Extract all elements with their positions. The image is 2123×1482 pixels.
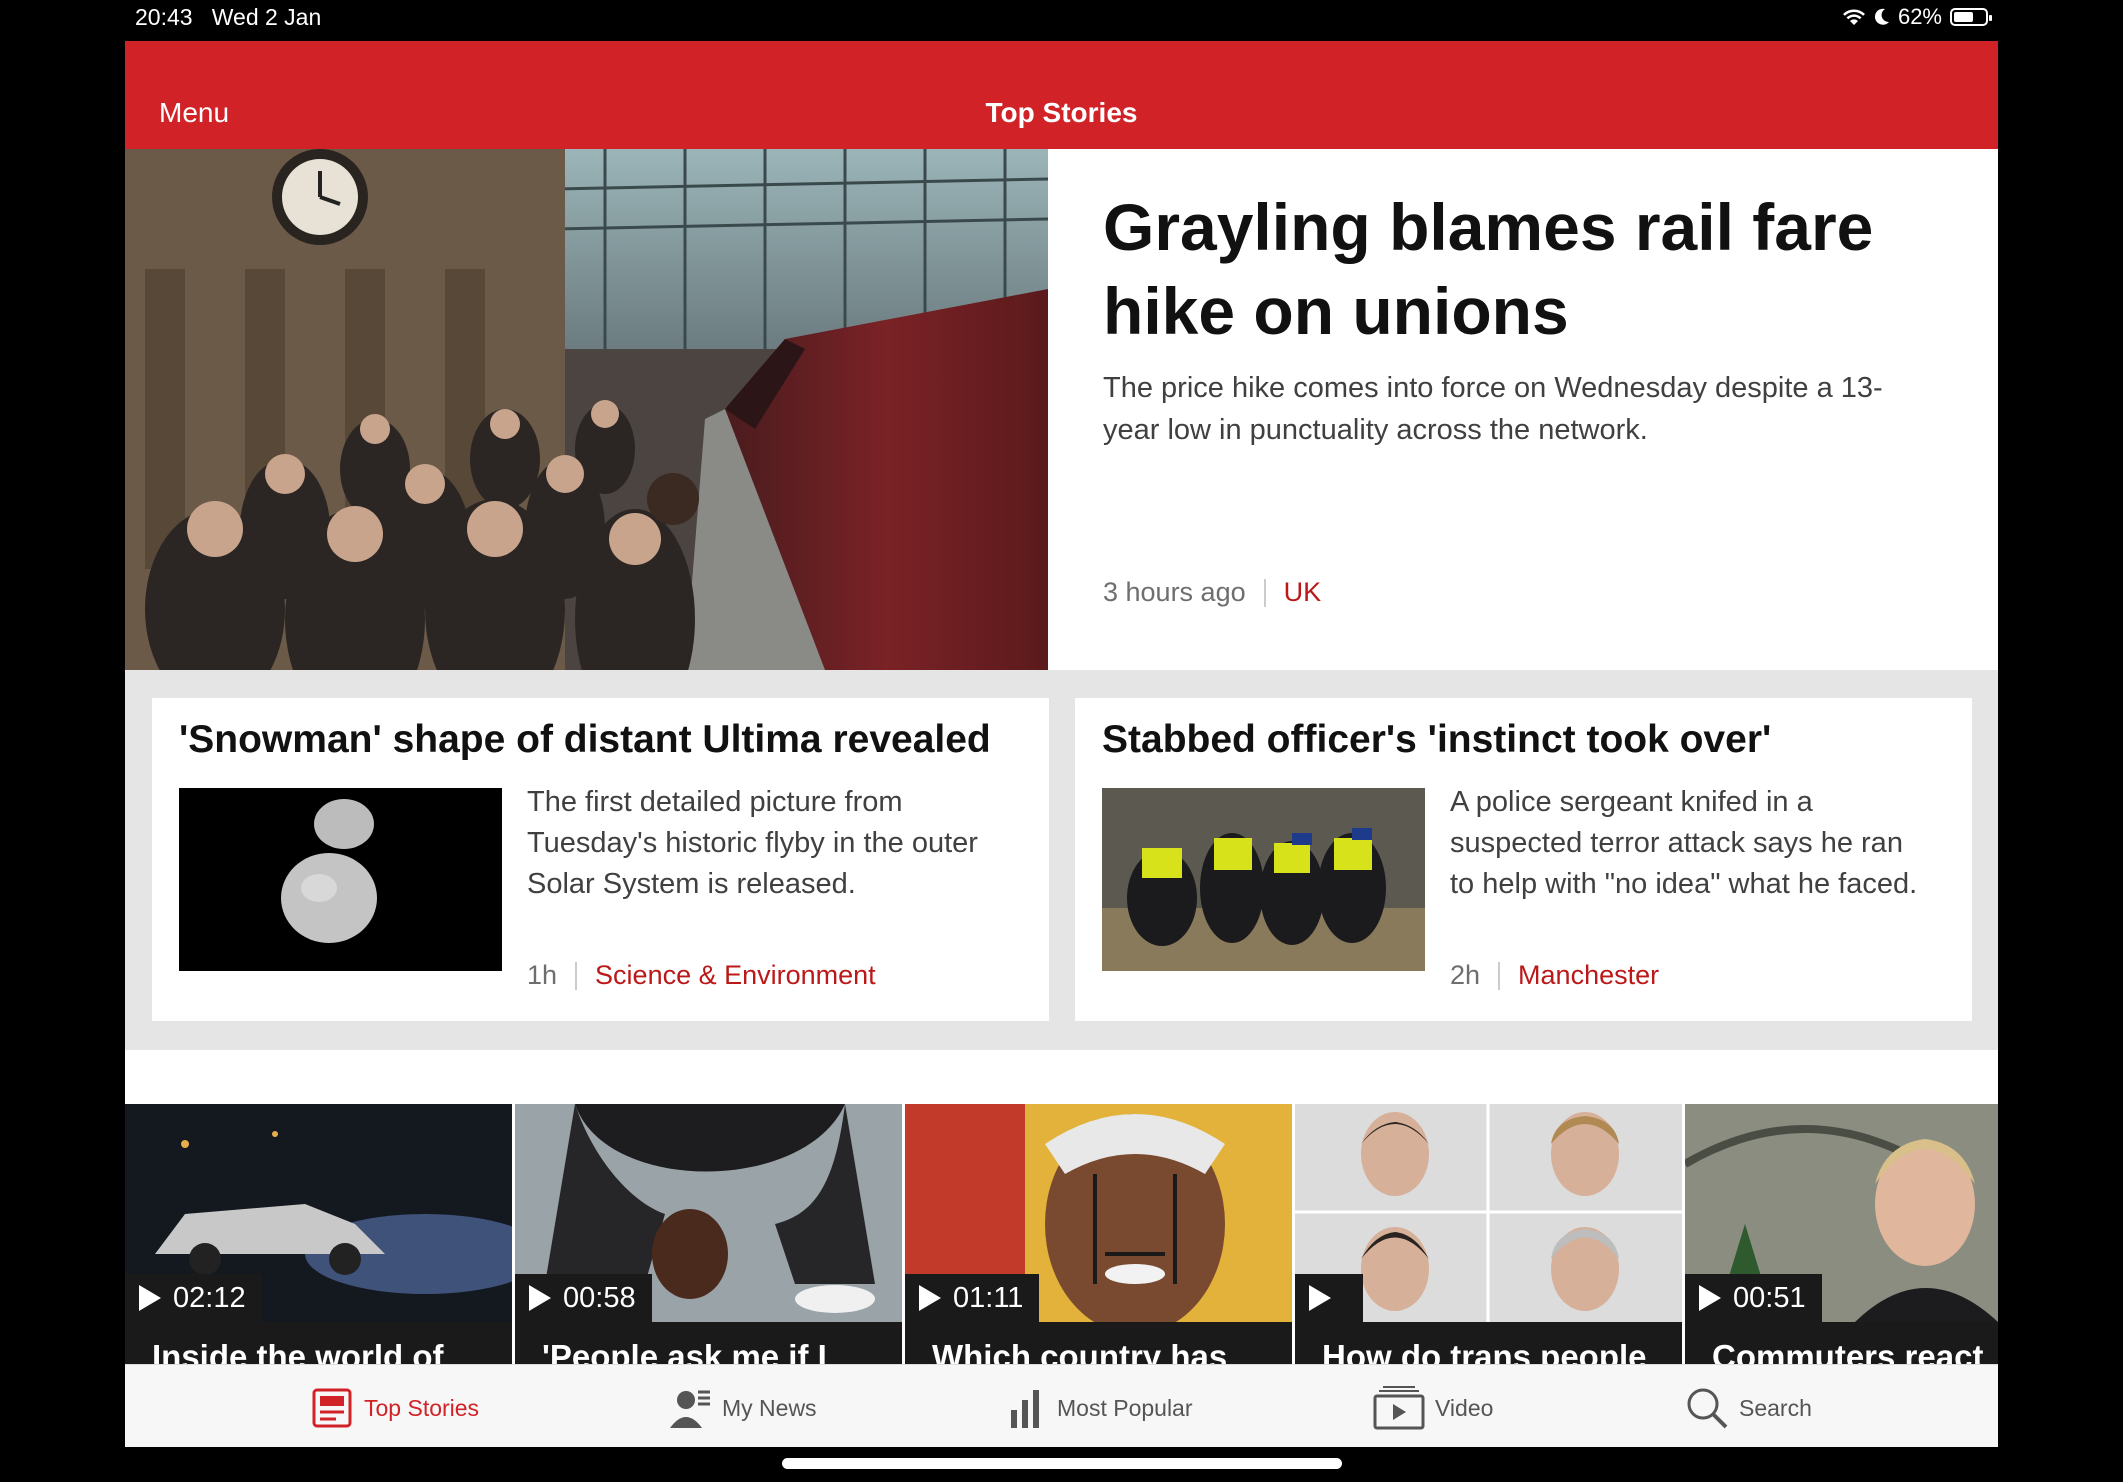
- story-headline[interactable]: Stabbed officer's 'instinct took over': [1102, 718, 1771, 762]
- hero-text: Grayling blames rail fare hike on unions…: [1103, 185, 1923, 451]
- wifi-icon: [1842, 9, 1865, 25]
- story-thumbnail[interactable]: [179, 788, 502, 971]
- tab-my-news[interactable]: My News: [668, 1383, 817, 1433]
- tab-label: Most Popular: [1057, 1394, 1193, 1421]
- police-officers-photo-icon: [1102, 788, 1425, 971]
- tab-video[interactable]: Video: [1373, 1383, 1493, 1433]
- story-meta: 1h Science & Environment: [527, 960, 876, 991]
- train-station-photo-icon: [125, 149, 1048, 670]
- hero-summary: The price hike comes into force on Wedne…: [1103, 372, 1883, 446]
- top-stories-icon: [312, 1388, 352, 1428]
- tab-label: Search: [1739, 1394, 1812, 1421]
- clock-date: Wed 2 Jan: [211, 4, 322, 30]
- home-indicator[interactable]: [782, 1458, 1342, 1469]
- hero-image[interactable]: [125, 149, 1048, 670]
- story-card-officer[interactable]: Stabbed officer's 'instinct took over' A…: [1075, 698, 1972, 1021]
- video-duration: 00:51: [1733, 1281, 1806, 1314]
- status-indicators: 62%: [1842, 4, 1992, 30]
- battery-percent: 62%: [1897, 4, 1942, 29]
- duration-badge: 00:51: [1685, 1274, 1822, 1322]
- play-icon: [1309, 1285, 1331, 1311]
- play-icon: [1699, 1285, 1721, 1311]
- hero-headline[interactable]: Grayling blames rail fare hike on unions: [1103, 185, 1923, 353]
- ultima-thule-photo-icon: [179, 788, 502, 971]
- video-icon: [1373, 1386, 1425, 1430]
- story-summary: The first detailed picture from Tuesday'…: [527, 786, 978, 900]
- status-bar: 20:43 Wed 2 Jan 62%: [0, 0, 2123, 40]
- duration-badge: 00:58: [515, 1274, 652, 1322]
- bottom-tab-bar: Top Stories My News Most Popular Video S…: [125, 1364, 1998, 1447]
- most-popular-icon: [1011, 1390, 1039, 1428]
- video-duration: 02:12: [173, 1281, 246, 1314]
- story-card-ultima[interactable]: 'Snowman' shape of distant Ultima reveal…: [152, 698, 1049, 1021]
- story-meta: 2h Manchester: [1450, 960, 1659, 991]
- tab-label: Video: [1435, 1394, 1494, 1421]
- duration-badge: [1295, 1274, 1363, 1322]
- news-app: Menu Top Stories Grayling blames rail fa…: [125, 41, 1998, 1447]
- play-icon: [919, 1285, 941, 1311]
- tab-search[interactable]: Search: [1685, 1383, 1812, 1433]
- status-time: 20:43 Wed 2 Jan: [135, 4, 321, 31]
- story-summary: A police sergeant knifed in a suspected …: [1450, 786, 1918, 900]
- story-category-link[interactable]: Science & Environment: [595, 960, 876, 991]
- clock-time: 20:43: [135, 4, 193, 30]
- moon-icon: [1874, 8, 1889, 25]
- play-icon: [529, 1285, 551, 1311]
- top-bar: Menu Top Stories: [125, 41, 1998, 149]
- video-duration: 01:11: [953, 1281, 1024, 1314]
- tab-label: My News: [722, 1394, 817, 1421]
- story-time: 1h: [527, 960, 558, 990]
- tab-most-popular[interactable]: Most Popular: [1003, 1383, 1193, 1433]
- my-news-icon: [670, 1390, 710, 1428]
- story-time: 2h: [1450, 960, 1481, 990]
- tab-top-stories[interactable]: Top Stories: [310, 1383, 479, 1433]
- hero-story[interactable]: Grayling blames rail fare hike on unions…: [125, 149, 1998, 670]
- search-icon: [1687, 1388, 1728, 1429]
- page-title: Top Stories: [985, 97, 1138, 128]
- duration-badge: 02:12: [125, 1274, 262, 1322]
- meta-divider: [575, 961, 578, 990]
- hero-category-link[interactable]: UK: [1284, 577, 1322, 608]
- hero-time: 3 hours ago: [1103, 577, 1246, 607]
- duration-badge: 01:11: [905, 1274, 1040, 1322]
- meta-divider: [1498, 961, 1501, 990]
- story-category-link[interactable]: Manchester: [1518, 960, 1659, 991]
- meta-divider: [1263, 578, 1266, 607]
- story-thumbnail[interactable]: [1102, 788, 1425, 971]
- play-icon: [139, 1285, 161, 1311]
- video-duration: 00:58: [563, 1281, 636, 1314]
- hero-meta: 3 hours ago UK: [1103, 577, 1321, 608]
- battery-icon: [1950, 8, 1992, 26]
- story-headline[interactable]: 'Snowman' shape of distant Ultima reveal…: [179, 718, 991, 762]
- secondary-stories: 'Snowman' shape of distant Ultima reveal…: [125, 670, 1998, 1050]
- tab-label: Top Stories: [364, 1394, 480, 1421]
